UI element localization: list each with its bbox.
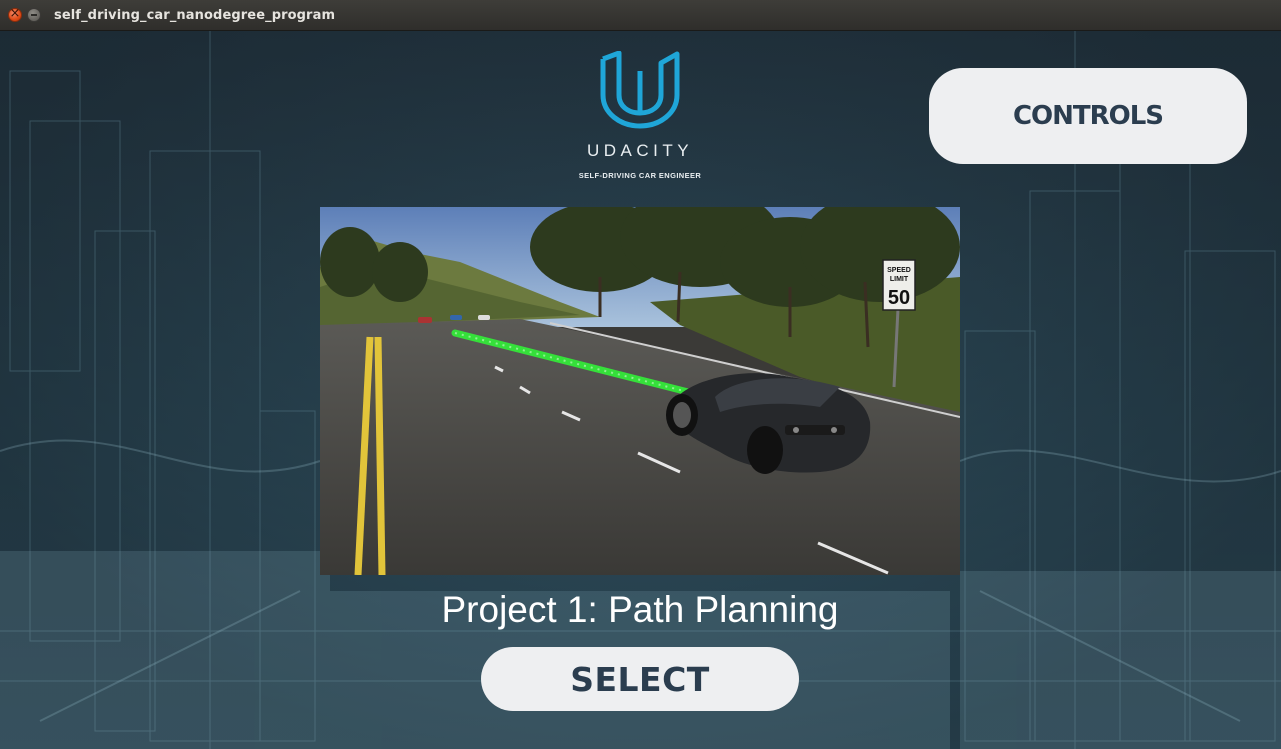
brand-name: UDACITY (586, 141, 694, 160)
brand-tagline: SELF-DRIVING CAR ENGINEER (578, 171, 702, 180)
project-preview-image: SPEED LIMIT 50 (320, 207, 960, 575)
minimize-window-button[interactable] (27, 8, 41, 22)
speed-sign-middle: LIMIT (890, 276, 909, 283)
controls-button[interactable]: CONTROLS (929, 68, 1247, 164)
udacity-logo-icon (600, 51, 680, 129)
window-title: self_driving_car_nanodegree_program (54, 8, 336, 23)
speed-sign-top: SPEED (887, 267, 911, 274)
window-title-bar: self_driving_car_nanodegree_program (0, 0, 1281, 31)
speed-sign-value: 50 (888, 287, 910, 309)
project-title: Project 1: Path Planning (441, 589, 839, 630)
simulator-menu-screen: UDACITY SELF-DRIVING CAR ENGINEER CONTRO… (0, 31, 1281, 749)
close-window-button[interactable] (8, 6, 22, 22)
select-button[interactable]: SELECT (481, 647, 799, 711)
application-window: self_driving_car_nanodegree_program (0, 0, 1281, 749)
